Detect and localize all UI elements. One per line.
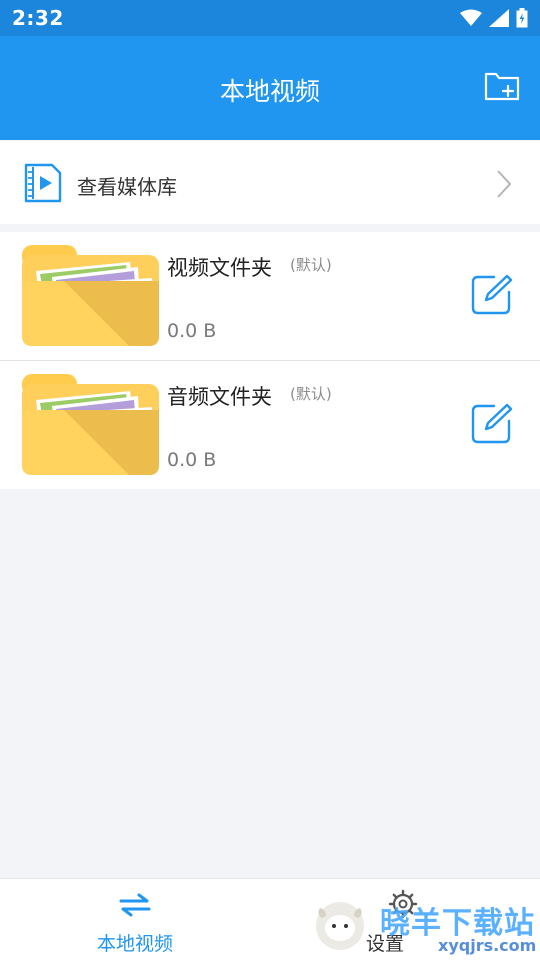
page-title: 本地视频 (219, 77, 320, 106)
folder-size: 0.0 B (167, 449, 217, 471)
folder-name: 音频文件夹 (167, 385, 272, 409)
new-folder-icon[interactable] (484, 70, 520, 102)
list-item-audio-folder[interactable]: 音频文件夹 (默认) 0.0 B (0, 361, 540, 489)
folder-size: 0.0 B (167, 320, 217, 342)
folder-list: 视频文件夹 (默认) 0.0 B 音频文件夹 (默认) 0.0 B (0, 232, 540, 489)
tab-label: 设置 (365, 933, 404, 955)
default-tag: (默认) (290, 385, 332, 403)
status-icons (460, 8, 528, 28)
chevron-right-icon (497, 170, 512, 198)
default-tag: (默认) (290, 256, 332, 274)
folder-icon (22, 374, 159, 475)
swap-arrows-icon (119, 893, 151, 917)
signal-icon (489, 9, 509, 27)
media-library-label: 查看媒体库 (77, 175, 177, 199)
app-bar: 本地视频 (0, 36, 540, 140)
folder-name: 视频文件夹 (167, 256, 272, 280)
gear-icon (388, 889, 418, 919)
wifi-icon (460, 9, 482, 26)
list-item-video-folder[interactable]: 视频文件夹 (默认) 0.0 B (0, 232, 540, 361)
video-file-icon (24, 163, 62, 203)
battery-icon (516, 8, 528, 28)
folder-icon (22, 245, 159, 346)
status-time: 2:32 (12, 6, 64, 30)
tab-settings[interactable]: 设置 (270, 879, 540, 961)
status-bar: 2:32 (0, 0, 540, 36)
media-library-row[interactable]: 查看媒体库 (0, 141, 540, 224)
edit-icon[interactable] (470, 403, 512, 445)
edit-icon[interactable] (470, 274, 512, 316)
bottom-nav: 本地视频 设置 (0, 878, 540, 961)
